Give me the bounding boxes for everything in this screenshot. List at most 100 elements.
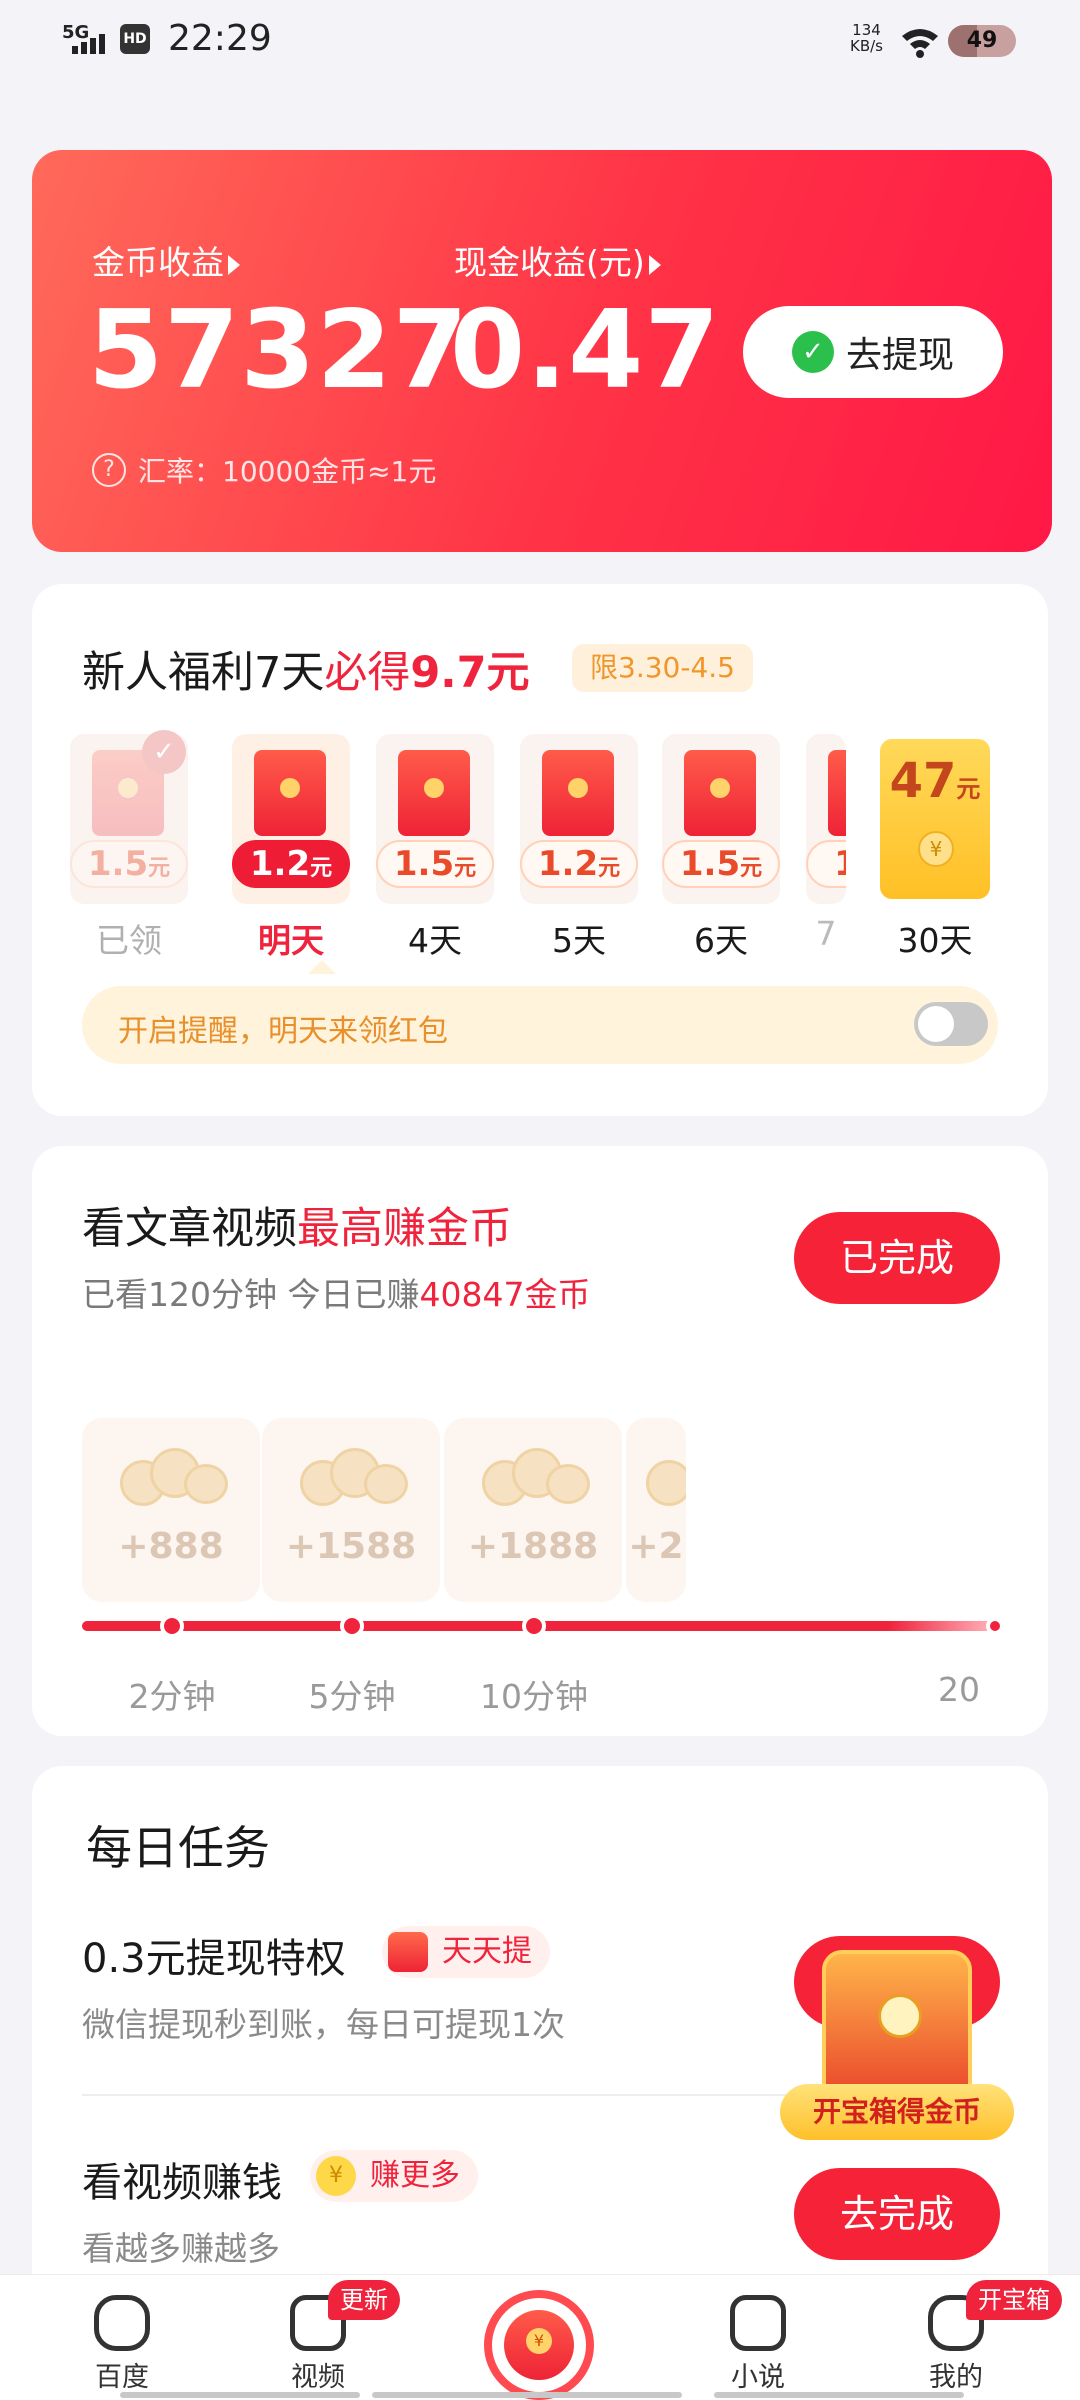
red-envelope-center-button[interactable]: ¥	[484, 2290, 594, 2400]
newbie-welfare-card: 新人福利7天必得9.7元 限3.30-4.5 ✓ 1.5元 已领 1.2元 明天…	[32, 584, 1048, 1116]
progress-dot	[340, 1614, 364, 1638]
task-subtitle: 看越多赚越多	[82, 2229, 280, 2268]
task-title: 看视频赚钱	[82, 2160, 282, 2206]
day-reward-claimed: ✓ 1.5元	[70, 730, 188, 904]
earnings-card: 金币收益 57327 现金收益(元) 0.47 ✓ 去提现 ? 汇率：10000…	[32, 150, 1052, 552]
battery-icon: 49	[948, 25, 1016, 57]
title-prefix: 看文章视频	[82, 1204, 297, 1254]
day-reward[interactable]: 1.5元	[662, 734, 780, 904]
exchange-rate: ? 汇率：10000金币≈1元	[92, 450, 436, 490]
network-speed-value: 134	[852, 21, 881, 39]
day-label: 已领	[96, 921, 162, 960]
nav-label: 我的	[929, 2362, 983, 2393]
coin-earnings-label: 金币收益	[92, 243, 224, 282]
cash-earnings-link[interactable]: 现金收益(元)	[454, 236, 661, 284]
reward-box: +1888	[444, 1418, 622, 1602]
hd-icon: HD	[120, 24, 150, 54]
task-tag-label: 天天提	[442, 1934, 532, 1969]
book-icon	[730, 2295, 786, 2351]
grand-prize-amount: 47元	[889, 753, 981, 809]
newbie-title-highlight: 必得	[324, 648, 411, 698]
reward-value: +888	[118, 1526, 224, 1567]
progress-text: 已看120分钟 今日已赚	[82, 1275, 420, 1314]
network-speed-unit: KB/s	[850, 37, 883, 55]
go-complete-button[interactable]: 去完成	[794, 2168, 1000, 2260]
withdraw-button[interactable]: ✓ 去提现	[743, 306, 1003, 398]
day-label: 30天	[897, 921, 973, 960]
day-label: 明天	[258, 921, 324, 960]
coin-pile-icon	[636, 1440, 686, 1510]
newbie-title-amount: 9.7元	[410, 648, 530, 698]
cash-earnings-label: 现金收益(元)	[454, 243, 645, 282]
update-badge: 更新	[328, 2280, 400, 2320]
reward-amount: 1.2元	[520, 840, 638, 888]
wifi-icon	[902, 29, 938, 58]
red-envelope-icon	[388, 1932, 428, 1972]
article-video-card: 看文章视频最高赚金币 已看120分钟 今日已赚40847金币 已完成 +888 …	[32, 1146, 1048, 1736]
treasure-chest-button[interactable]: 开宝箱得金币	[780, 1936, 1014, 2142]
exchange-rate-text: 汇率：10000金币≈1元	[138, 455, 437, 488]
reminder-text: 开启提醒，明天来领红包	[118, 1014, 448, 1049]
task-tag-label: 赚更多	[370, 2158, 460, 2193]
newbie-title-prefix: 新人福利7天	[82, 648, 325, 698]
time-label: 20	[938, 1670, 980, 1709]
treasure-chest-label: 开宝箱得金币	[780, 2084, 1014, 2140]
completed-button[interactable]: 已完成	[794, 1212, 1000, 1304]
article-video-progress: 已看120分钟 今日已赚40847金币	[82, 1268, 590, 1316]
article-video-title: 看文章视频最高赚金币	[82, 1194, 512, 1256]
coin-earnings-link[interactable]: 金币收益	[92, 236, 240, 284]
coin-icon: ¥	[918, 831, 954, 867]
reward-amount: 1.5元	[70, 840, 188, 888]
reward-amount: 1.5元	[662, 840, 780, 888]
day-reward[interactable]: 1.5元	[376, 734, 494, 904]
nav-item-baidu[interactable]: 百度	[62, 2295, 182, 2394]
day-reward[interactable]: 1.2元	[520, 734, 638, 904]
task-subtitle: 微信提现秒到账，每日可提现1次	[82, 2005, 565, 2044]
reward-box: +1588	[262, 1418, 440, 1602]
progress-dot	[522, 1614, 546, 1638]
coin-pile-icon	[290, 1440, 412, 1510]
progress-dot	[986, 1617, 1004, 1635]
battery-level: 49	[966, 28, 998, 53]
reward-box: +888	[82, 1418, 260, 1602]
coin-icon: ¥	[316, 2156, 356, 2196]
withdraw-button-label: 去提现	[845, 335, 954, 376]
red-envelope-icon	[254, 750, 326, 836]
gesture-bar	[120, 2392, 360, 2398]
day-label: 6天	[694, 921, 748, 960]
grand-prize[interactable]: 47元 ¥	[880, 739, 990, 899]
progress-dot	[160, 1614, 184, 1638]
home-face-icon	[94, 2295, 150, 2351]
title-highlight: 最高赚金币	[297, 1204, 512, 1254]
coin-pile-icon	[110, 1440, 232, 1510]
newbie-title: 新人福利7天必得9.7元	[82, 638, 530, 700]
day-label: 4天	[408, 921, 462, 960]
reward-amount: 1.2元	[232, 840, 350, 888]
day-reward-tomorrow[interactable]: 1.2元	[232, 734, 350, 904]
help-icon[interactable]: ?	[92, 453, 126, 487]
daily-tasks-title: 每日任务	[86, 1821, 270, 1875]
day-reward-partial[interactable]: 1	[806, 734, 846, 904]
date-limit-badge: 限3.30-4.5	[572, 644, 753, 692]
nav-item-novel[interactable]: 小说	[698, 2295, 818, 2394]
coins-earned-today: 40847金币	[419, 1275, 591, 1314]
nav-label: 百度	[95, 2362, 149, 2393]
nav-label: 小说	[731, 2362, 785, 2393]
gesture-bar	[714, 2392, 964, 2398]
treasure-badge: 开宝箱	[966, 2280, 1062, 2320]
reward-value: +1888	[467, 1526, 599, 1567]
check-icon: ✓	[142, 730, 186, 774]
caret-right-icon	[648, 254, 661, 275]
task-title: 0.3元提现特权	[82, 1936, 346, 1982]
status-bar: 5G HD 22:29 134 KB/s 49	[0, 0, 1080, 84]
coin-earnings-value: 57327	[88, 288, 469, 413]
reminder-toggle[interactable]	[914, 1002, 988, 1046]
yuan-icon: ¥	[526, 2328, 552, 2354]
gesture-bar	[372, 2392, 682, 2398]
task-tag: ¥ 赚更多	[310, 2150, 478, 2202]
red-envelope-icon	[828, 750, 846, 836]
signal-icon	[72, 30, 105, 54]
reward-amount: 1	[806, 840, 846, 888]
reward-value: +1588	[285, 1526, 417, 1567]
reminder-bar: 开启提醒，明天来领红包	[82, 986, 998, 1064]
